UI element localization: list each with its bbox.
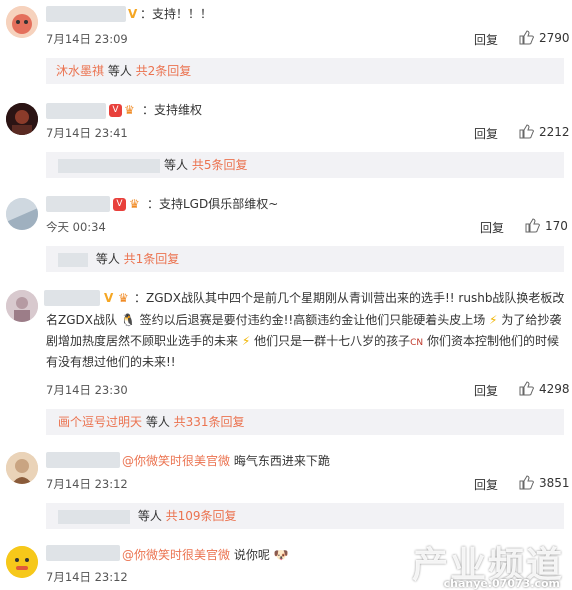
like-count: 2212 <box>539 125 570 139</box>
doge-emoji-icon: 🐶 <box>273 548 289 562</box>
view-replies-link[interactable]: 共1条回复 <box>124 252 180 266</box>
avatar[interactable] <box>6 103 38 135</box>
lightning-emoji-icon: ⚡ <box>489 313 498 327</box>
member-crown-icon: ♛ <box>129 197 140 211</box>
sub-reply-text: 等人 <box>142 415 174 429</box>
comment-text-line-2-part-2: 签约以后退赛是要付违约金!!高额违约金让他们只能硬着头皮上场 <box>139 313 486 327</box>
sub-reply-user[interactable]: 画个逗号过明天 <box>58 415 142 429</box>
reply-button[interactable]: 回复 <box>474 476 498 493</box>
avatar[interactable] <box>6 290 38 322</box>
sub-reply-text: 等人 <box>164 158 192 172</box>
reply-summary[interactable]: 等人 共1条回复 <box>46 246 564 272</box>
comment-text-line-1: ：ZGDX战队其中四个是前几个星期刚从青训营出来的选手!! rushb战队换老板… <box>134 291 565 305</box>
reply-summary[interactable]: 等人 共5条回复 <box>46 152 564 178</box>
comment-text-line-3-part-2: 他们只是一群十七八岁的孩子 <box>254 334 411 348</box>
thumbs-up-icon <box>519 381 534 396</box>
thumbs-up-icon <box>525 218 540 233</box>
username-blurred[interactable] <box>46 452 120 468</box>
comment-text-line-2: 名ZGDX战队 🐧 签约以后退赛是要付违约金!!高额违约金让他们只能硬着头皮上场… <box>46 310 561 330</box>
comment-text: @你微笑时很美官微 晦气东西进来下跪 <box>122 451 330 471</box>
username-blurred[interactable] <box>44 290 100 306</box>
comment-time: 7月14日 23:12 <box>46 477 128 491</box>
username-blurred[interactable] <box>46 6 126 22</box>
reply-summary[interactable]: 沐水墨祺 等人 共2条回复 <box>46 58 564 84</box>
comment-text-line-3-part-1: 剧增加热度居然不顾职业选手的未来 <box>46 334 239 348</box>
comment-text: ：支持维权 <box>142 103 203 117</box>
lightning-emoji-icon: ⚡ <box>241 334 251 348</box>
avatar-image-icon <box>6 452 38 484</box>
sub-reply-text: 等人 <box>104 64 136 78</box>
like-button[interactable]: 2212 <box>519 124 570 139</box>
sub-reply-text: 等人 <box>92 252 124 266</box>
view-replies-link[interactable]: 共2条回复 <box>136 64 192 78</box>
comment-text-line-3: 剧增加热度居然不顾职业选手的未来 ⚡ 他们只是一群十七八岁的孩子CN 你们资本控… <box>46 331 559 353</box>
like-count: 3851 <box>539 476 570 490</box>
view-replies-link[interactable]: 共331条回复 <box>174 415 245 429</box>
comment-text-line-4: 有没有想过他们的未来!! <box>46 355 176 369</box>
avatar-image-icon <box>6 290 38 322</box>
sub-reply-user[interactable]: 沐水墨祺 <box>56 64 104 78</box>
like-button[interactable]: 4298 <box>519 381 570 396</box>
comment-text: @你微笑时很美官微 说你呢 🐶 <box>122 545 289 565</box>
comment-time: 今天 00:34 <box>46 220 106 234</box>
avatar[interactable] <box>6 6 38 38</box>
like-button[interactable]: 170 <box>525 218 568 233</box>
member-crown-icon: ♛ <box>124 103 135 117</box>
penguin-emoji-icon: 🐧 <box>120 313 136 327</box>
reply-button[interactable]: 回复 <box>480 219 504 236</box>
view-replies-link[interactable]: 共5条回复 <box>192 158 248 172</box>
thumbs-up-icon <box>519 124 534 139</box>
reply-button[interactable]: 回复 <box>474 382 498 399</box>
sub-reply-text: 等人 <box>134 509 166 523</box>
comment-text-body: 说你呢 <box>230 548 270 562</box>
sub-reply-user-blurred[interactable] <box>58 158 160 173</box>
watermark-url: chanye.07073.com <box>443 577 560 590</box>
avatar-face-icon <box>6 6 38 38</box>
comment-time: 7月14日 23:30 <box>46 383 128 397</box>
comment-text: ：支持！！！ <box>140 7 213 21</box>
vip-badge: V <box>109 104 122 117</box>
thumbs-up-icon <box>519 475 534 490</box>
comment-time: 7月14日 23:09 <box>46 32 128 46</box>
watermark: 产业频道 chanye.07073.com <box>412 536 564 590</box>
reply-summary[interactable]: 等人 共109条回复 <box>46 503 564 529</box>
avatar-image-icon <box>6 103 38 135</box>
reply-button[interactable]: 回复 <box>474 31 498 48</box>
verified-v-icon: V <box>104 291 114 305</box>
comment-text-line-2-part-3: 为了给抄袭 <box>501 313 562 327</box>
comment-text-line-3-part-3: 你们资本控制他们的时候 <box>426 334 559 348</box>
reply-summary[interactable]: 画个逗号过明天 等人 共331条回复 <box>46 409 564 435</box>
like-count: 170 <box>545 219 568 233</box>
mention-link[interactable]: @你微笑时很美官微 <box>122 454 230 468</box>
cn-flag-label: CN <box>410 338 424 348</box>
avatar[interactable] <box>6 452 38 484</box>
thumbs-up-icon <box>519 30 534 45</box>
like-button[interactable]: 2790 <box>519 30 570 45</box>
comment-time: 7月14日 23:12 <box>46 570 128 584</box>
reply-button[interactable]: 回复 <box>474 125 498 142</box>
avatar-image-icon <box>6 198 38 230</box>
avatar[interactable] <box>6 198 38 230</box>
username-blurred[interactable] <box>46 103 106 119</box>
comment-time: 7月14日 23:41 <box>46 126 128 140</box>
vip-badge: V <box>113 198 126 211</box>
mention-link[interactable]: @你微笑时很美官微 <box>122 548 230 562</box>
member-crown-icon: ♛ <box>118 291 129 305</box>
username-blurred[interactable] <box>46 196 110 212</box>
avatar-cartoon-icon <box>6 546 38 578</box>
comment-text-body: 晦气东西进来下跪 <box>230 454 330 468</box>
view-replies-link[interactable]: 共109条回复 <box>166 509 237 523</box>
avatar[interactable] <box>6 546 38 578</box>
username-blurred[interactable] <box>46 545 120 561</box>
sub-reply-user-blurred[interactable] <box>58 509 130 524</box>
comment-text: ：支持LGD俱乐部维权~ <box>147 197 279 211</box>
like-count: 2790 <box>539 31 570 45</box>
like-button[interactable]: 3851 <box>519 475 570 490</box>
sub-reply-user-blurred[interactable] <box>58 252 88 267</box>
like-count: 4298 <box>539 382 570 396</box>
comment-text-line-2-part-1: 名ZGDX战队 <box>46 313 117 327</box>
